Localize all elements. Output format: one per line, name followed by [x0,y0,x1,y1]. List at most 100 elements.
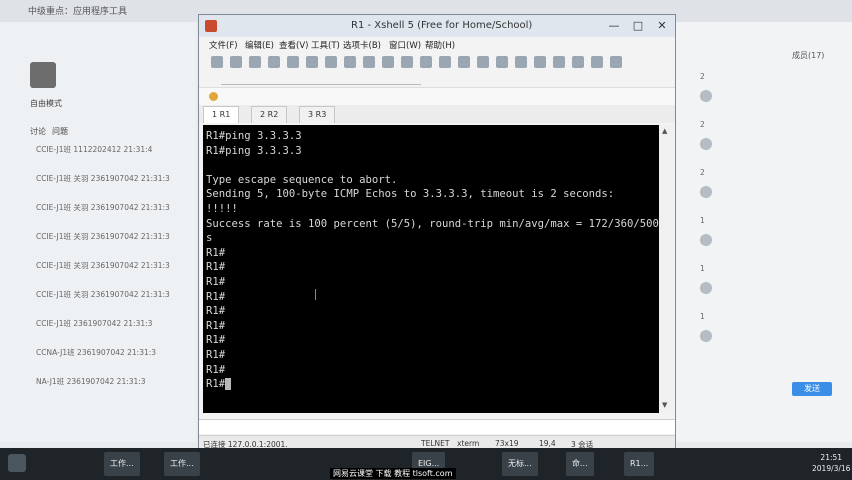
terminal-scrollbar[interactable]: ▲ ▼ [659,125,673,413]
menu-item[interactable]: 查看(V) [279,39,308,51]
menu-item[interactable]: 文件(F) [209,39,238,51]
status-protocol: TELNET [421,439,450,448]
toolbar-button-icon[interactable] [382,56,394,68]
compose-bar[interactable] [199,419,675,434]
text-cursor-icon [315,289,316,300]
member-badge: 2 [700,168,705,177]
close-button[interactable]: ✕ [651,18,673,34]
window-title: R1 - Xshell 5 (Free for Home/School) [351,20,533,31]
background-right-panel: 成员(17) 2 2 2 1 1 1 发送 [676,22,852,442]
terminal-line: R1# [206,246,226,259]
toolbar-button-icon[interactable] [515,56,527,68]
tab-question[interactable]: 问题 [52,126,68,137]
taskbar-item[interactable]: 工作... [164,452,200,476]
message-item[interactable]: CCIE-J1班 2361907042 21:31:3 [36,318,152,329]
message-item[interactable]: CCIE-J1班 关羽 2361907042 21:31:3 [36,231,170,242]
window-titlebar[interactable]: R1 - Xshell 5 (Free for Home/School) — □… [199,15,675,37]
tab-discussion[interactable]: 讨论 [30,126,46,137]
toolbar-button-icon[interactable] [363,56,375,68]
toolbar-button-icon[interactable] [306,56,318,68]
toolbar-button-icon[interactable] [268,56,280,68]
terminal-line: Sending 5, 100-byte ICMP Echos to 3.3.3.… [206,188,615,201]
terminal-line: R1# [203,377,672,392]
terminal-cursor [225,378,232,391]
toolbar-button-icon[interactable] [553,56,565,68]
left-header: 自由模式 [30,99,62,108]
toolbar-button-icon[interactable] [249,56,261,68]
send-button[interactable]: 发送 [792,382,832,396]
clock-date: 2019/3/16 [812,464,851,473]
session-tab[interactable]: 2 R2 [251,106,288,123]
toolbar-button-icon[interactable] [287,56,299,68]
member-avatar[interactable] [700,138,712,150]
menu-item[interactable]: 工具(T) [311,39,340,51]
terminal-line: s [206,232,213,245]
member-avatar[interactable] [700,186,712,198]
background-app-title: 中级重点：应用程序工具 [28,7,128,17]
terminal-line: !!!!! [206,202,238,215]
address-bar[interactable] [199,73,675,87]
taskbar-item[interactable]: 工作... [104,452,140,476]
toolbar-button-icon[interactable] [344,56,356,68]
member-badge: 2 [700,72,705,81]
terminal-output: R1#ping 3.3.3.3 R1#ping 3.3.3.3 Type escap… [203,129,672,392]
terminal-line: R1# [206,275,226,288]
toolbar-button-icon[interactable] [230,56,242,68]
member-badge: 1 [700,264,705,273]
address-input[interactable] [221,75,421,85]
menu-item[interactable]: 窗口(W) [389,39,421,51]
toolbar-button-icon[interactable] [420,56,432,68]
toolbar-button-icon[interactable] [534,56,546,68]
terminal-screen[interactable]: R1#ping 3.3.3.3 R1#ping 3.3.3.3 Type escap… [203,125,672,413]
message-item[interactable]: CCIE-J1班 关羽 2361907042 21:31:3 [36,260,170,271]
member-avatar[interactable] [700,330,712,342]
menu-item[interactable]: 编辑(E) [245,39,274,51]
start-icon[interactable] [8,454,26,472]
member-avatar[interactable] [700,282,712,294]
scroll-down-icon[interactable]: ▼ [662,401,667,409]
terminal-line: Success rate is 100 percent (5/5), round… [206,217,672,230]
toolbar-button-icon[interactable] [477,56,489,68]
terminal-line: Type escape sequence to abort. [206,173,398,186]
member-avatar[interactable] [700,90,712,102]
message-item[interactable]: CCIE-J1班 关羽 2361907042 21:31:3 [36,202,170,213]
menu-item[interactable]: 帮助(H) [425,39,455,51]
session-tab[interactable]: 3 R3 [299,106,336,123]
info-icon [209,92,218,101]
scroll-up-icon[interactable]: ▲ [662,127,667,135]
toolbar-button-icon[interactable] [211,56,223,68]
terminal-line: R1# [206,319,226,332]
terminal-line: R1# [206,348,226,361]
app-icon [205,20,217,32]
toolbar-button-icon[interactable] [496,56,508,68]
watermark: 网易云课堂 下载 教程 tlsoft.com [330,468,456,479]
member-count: 成员(17) [792,51,825,60]
background-left-panel: 自由模式 讨论 问题 CCIE-J1班 1112202412 21:31:4 CC… [0,22,196,442]
toolbar-button-icon[interactable] [610,56,622,68]
session-tab[interactable]: 1 R1 [203,106,240,123]
taskbar-item[interactable]: 无标... [502,452,538,476]
toolbar-button-icon[interactable] [458,56,470,68]
system-clock[interactable]: 21:51 2019/3/16 [812,452,850,474]
taskbar-item[interactable]: 命... [566,452,594,476]
maximize-button[interactable]: □ [627,18,649,34]
status-position: 19,4 [539,439,556,448]
toolbar-button-icon[interactable] [439,56,451,68]
message-item[interactable]: CCIE-J1班 关羽 2361907042 21:31:3 [36,173,170,184]
member-avatar[interactable] [700,234,712,246]
menu-item[interactable]: 选项卡(B) [343,39,381,51]
message-item[interactable]: CCIE-J1班 1112202412 21:31:4 [36,144,152,155]
message-item[interactable]: CCNA-J1班 2361907042 21:31:3 [36,347,156,358]
status-size: 73x19 [495,439,519,448]
toolbar-button-icon[interactable] [401,56,413,68]
minimize-button[interactable]: — [603,18,625,34]
toolbar-button-icon[interactable] [325,56,337,68]
terminal-line: R1#ping 3.3.3.3 [206,130,302,142]
xshell-window: R1 - Xshell 5 (Free for Home/School) — □… [198,14,676,454]
taskbar-item[interactable]: R1... [624,452,655,476]
message-item[interactable]: CCIE-J1班 关羽 2361907042 21:31:3 [36,289,170,300]
toolbar-button-icon[interactable] [572,56,584,68]
message-item[interactable]: NA-J1班 2361907042 21:31:3 [36,376,146,387]
toolbar-button-icon[interactable] [591,56,603,68]
